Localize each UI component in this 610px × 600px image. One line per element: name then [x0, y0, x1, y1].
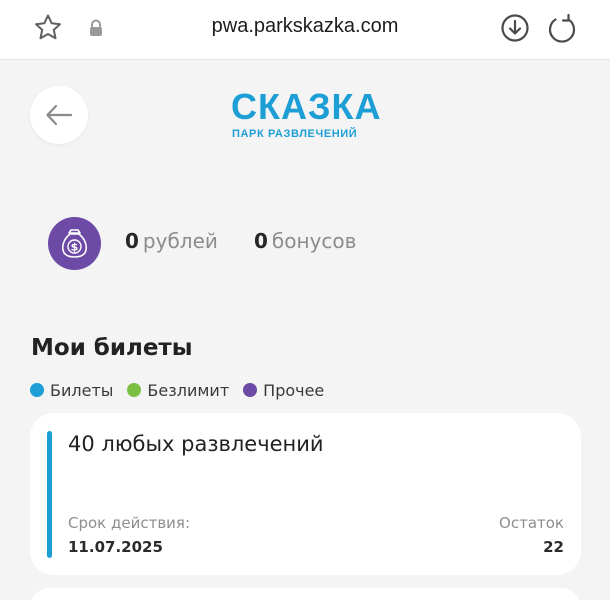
remaining-value: 22: [543, 538, 564, 556]
ticket-title: 40 любых развлечений: [68, 432, 324, 456]
logo-sub-text: ПАРК РАЗВЛЕЧЕНИЙ: [232, 128, 358, 140]
balance-rubles: 0 рублей: [125, 229, 218, 253]
svg-text:$: $: [71, 241, 79, 254]
legend-dot: [127, 383, 142, 397]
rubles-value: 0: [125, 229, 139, 253]
ticket-type-accent: [47, 431, 52, 558]
ticket-card-next[interactable]: [30, 588, 581, 600]
star-icon[interactable]: [32, 12, 64, 44]
legend-item-unlimited: Безлимит: [127, 381, 229, 400]
legend-dot: [30, 383, 44, 397]
validity-label: Срок действия:: [68, 514, 190, 532]
legend-item-other: Прочее: [243, 381, 324, 400]
remaining-label: Остаток: [499, 514, 564, 532]
bonus-value: 0: [254, 229, 268, 253]
skazka-logo: СКАЗКА ПАРК РАЗВЛЕЧЕНИЙ: [231, 88, 381, 144]
validity-date: 11.07.2025: [68, 538, 163, 556]
download-icon[interactable]: [499, 12, 531, 44]
logo-main-text: СКАЗКА: [231, 86, 382, 127]
ticket-card[interactable]: 40 любых развлечений Срок действия: 11.0…: [30, 413, 581, 575]
bonus-label: бонусов: [271, 229, 357, 253]
legend-label: Безлимит: [147, 380, 230, 400]
browser-address-bar: pwa.parkskazka.com: [0, 0, 610, 60]
ticket-legend: Билеты Безлимит Прочее: [30, 379, 338, 401]
reload-icon[interactable]: [546, 12, 578, 44]
legend-label: Прочее: [263, 380, 325, 400]
legend-dot: [243, 383, 258, 397]
balance-bonuses: 0 бонусов: [254, 229, 356, 253]
legend-label: Билеты: [50, 380, 114, 400]
back-button[interactable]: [30, 86, 88, 144]
section-title: Мои билеты: [31, 335, 193, 361]
rubles-label: рублей: [142, 229, 218, 253]
money-bag-icon: $: [48, 217, 101, 270]
arrow-left-icon: [46, 104, 73, 126]
lock-icon[interactable]: [88, 19, 104, 37]
url-text[interactable]: pwa.parkskazka.com: [130, 15, 480, 38]
legend-item-tickets: Билеты: [30, 381, 113, 400]
